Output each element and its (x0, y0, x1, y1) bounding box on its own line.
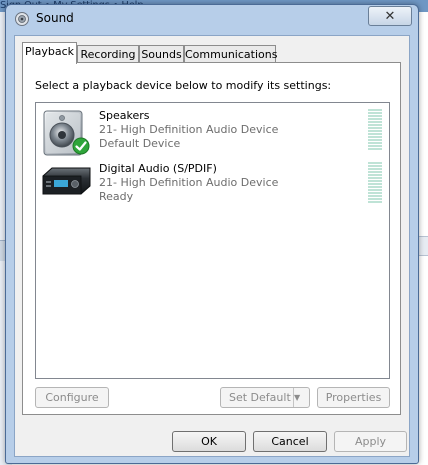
chevron-down-icon[interactable]: ▼ (293, 388, 309, 407)
sound-app-icon (15, 12, 29, 26)
ok-button[interactable]: OK (172, 431, 246, 452)
device-name: Speakers (99, 109, 150, 122)
tab-playback[interactable]: Playback (22, 42, 77, 64)
configure-button[interactable]: Configure (35, 387, 109, 408)
properties-button[interactable]: Properties (317, 387, 390, 408)
device-list[interactable]: Speakers 21- High Definition Audio Devic… (35, 102, 390, 379)
dialog-client-area: Playback Recording Sounds Communications… (14, 35, 410, 457)
close-button[interactable]: ✕ (368, 6, 412, 26)
instruction-text: Select a playback device below to modify… (35, 79, 332, 92)
device-driver: 21- High Definition Audio Device (99, 176, 279, 189)
sound-dialog: Sound ✕ Playback Recording Sounds Commun… (5, 4, 419, 464)
device-name: Digital Audio (S/PDIF) (99, 162, 217, 175)
apply-button[interactable]: Apply (334, 431, 407, 452)
window-title: Sound (36, 11, 74, 25)
device-status: Ready (99, 190, 134, 203)
default-check-icon (72, 137, 90, 155)
tab-communications[interactable]: Communications (184, 45, 277, 63)
set-default-button[interactable]: Set Default ▼ (220, 387, 310, 408)
close-icon: ✕ (384, 8, 396, 24)
tab-sounds[interactable]: Sounds (139, 45, 184, 63)
title-bar[interactable]: Sound ✕ (6, 5, 418, 33)
device-item-digital-audio[interactable]: Digital Audio (S/PDIF) 21- High Definiti… (36, 160, 389, 212)
device-driver: 21- High Definition Audio Device (99, 123, 279, 136)
tab-recording[interactable]: Recording (77, 45, 139, 63)
cancel-button[interactable]: Cancel (253, 431, 327, 452)
volume-meter (368, 162, 382, 204)
set-default-label: Set Default (229, 391, 291, 404)
receiver-icon (42, 167, 91, 195)
device-status: Default Device (99, 137, 181, 150)
volume-meter (368, 109, 382, 151)
device-item-speakers[interactable]: Speakers 21- High Definition Audio Devic… (36, 107, 389, 159)
playback-panel: Select a playback device below to modify… (22, 62, 401, 415)
